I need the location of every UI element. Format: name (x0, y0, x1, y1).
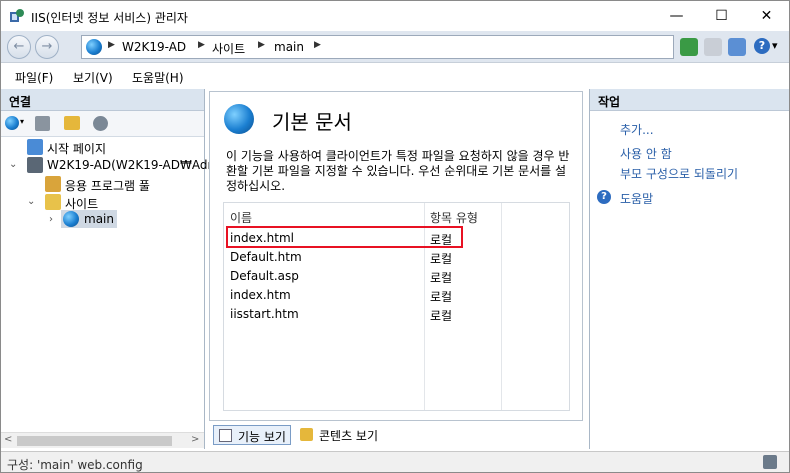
row-name[interactable]: Default.asp (230, 269, 299, 283)
view-tabs: 기능 보기 콘텐츠 보기 (209, 423, 583, 449)
row-name[interactable]: index.htm (230, 288, 291, 302)
back-button[interactable]: ← (7, 35, 31, 59)
feature-description: 이 기능을 사용하여 클라이언트가 특정 파일을 요청하지 않을 경우 반환할 … (226, 149, 570, 193)
help-icon[interactable]: ? (754, 38, 770, 54)
scroll-thumb[interactable] (17, 436, 172, 446)
tab-label: 기능 보기 (238, 430, 286, 444)
refresh-icon[interactable] (680, 38, 698, 56)
connections-hscrollbar[interactable]: < > (1, 432, 204, 448)
menu-bar: 파일(F) 보기(V) 도움말(H) (1, 63, 789, 89)
page-title: 기본 문서 (272, 110, 352, 134)
collapse-icon[interactable]: ⌄ (27, 196, 35, 207)
menu-help[interactable]: 도움말(H) (132, 69, 184, 86)
globe-icon (86, 39, 102, 55)
tree-label: 응용 프로그램 풀 (65, 179, 150, 193)
scroll-right-icon[interactable]: > (191, 434, 199, 445)
iis-manager-window: IIS(인터넷 정보 서비스) 관리자 — ☐ ✕ ← → ▶ W2K19-AD… (0, 0, 790, 473)
breadcrumb-separator-icon: ▶ (258, 40, 265, 50)
tree-label: main (84, 212, 114, 226)
home-icon[interactable] (728, 38, 746, 56)
breadcrumb-separator-icon: ▶ (314, 40, 321, 50)
menu-file[interactable]: 파일(F) (15, 69, 53, 86)
column-divider (501, 203, 502, 410)
breadcrumb-separator-icon: ▶ (108, 40, 115, 50)
close-button[interactable]: ✕ (744, 1, 789, 31)
iis-app-icon (10, 9, 24, 22)
features-view-icon (219, 429, 232, 442)
collapse-icon[interactable]: ⌄ (9, 159, 17, 170)
actions-header: 작업 (590, 89, 789, 111)
maximize-button[interactable]: ☐ (699, 1, 744, 31)
connect-dropdown-icon[interactable]: ▾ (20, 117, 24, 126)
row-type: 로컬 (430, 290, 453, 304)
expand-icon[interactable]: › (49, 214, 53, 225)
feature-page: 기본 문서 이 기능을 사용하여 클라이언트가 특정 파일을 요청하지 않을 경… (209, 91, 583, 421)
action-revert-to-parent[interactable]: 부모 구성으로 되돌리기 (620, 165, 738, 182)
default-document-globe-icon (224, 104, 254, 134)
row-type: 로컬 (430, 271, 453, 285)
actions-pane: 작업 추가... 사용 안 함 부모 구성으로 되돌리기 ? 도움말 (589, 89, 789, 449)
connections-toolbar: ▾ (1, 111, 204, 137)
tree-main-site[interactable]: main (61, 210, 117, 228)
action-help[interactable]: 도움말 (620, 190, 653, 207)
row-name[interactable]: index.html (230, 231, 294, 245)
tab-content-view[interactable]: 콘텐츠 보기 (295, 425, 382, 445)
tree-label: W2K19-AD(W2K19-AD₩Adr (47, 158, 213, 172)
default-documents-list: 이름 항목 유형 index.html 로컬 Default.htm 로컬 De… (223, 202, 570, 411)
connections-header: 연결 (1, 89, 204, 111)
network-status-icon (763, 455, 777, 469)
address-toolbar: ← → ▶ W2K19-AD ▶ 사이트 ▶ main ▶ ? ▾ (1, 31, 789, 63)
disconnect-icon[interactable] (93, 116, 108, 131)
help-dropdown-icon[interactable]: ▾ (772, 39, 778, 52)
forward-button[interactable]: → (35, 35, 59, 59)
forward-arrow-icon: → (41, 39, 53, 54)
status-bar: 구성: 'main' web.config (1, 451, 789, 472)
server-icon (27, 157, 43, 173)
status-text: 구성: 'main' web.config (7, 458, 143, 472)
save-icon[interactable] (35, 116, 50, 131)
address-bar[interactable]: ▶ W2K19-AD ▶ 사이트 ▶ main ▶ (81, 35, 674, 59)
tab-features-view[interactable]: 기능 보기 (213, 425, 291, 445)
minimize-button[interactable]: — (654, 1, 699, 31)
column-header-name[interactable]: 이름 (230, 209, 252, 226)
tab-label: 콘텐츠 보기 (319, 429, 379, 443)
row-type: 로컬 (430, 233, 453, 247)
action-add[interactable]: 추가... (620, 121, 654, 138)
help-icon: ? (597, 190, 611, 204)
breadcrumb-separator-icon: ▶ (198, 40, 205, 50)
app-pool-icon (45, 176, 61, 192)
breadcrumb-server[interactable]: W2K19-AD (122, 40, 186, 54)
menu-view[interactable]: 보기(V) (73, 69, 113, 86)
action-disable[interactable]: 사용 안 함 (620, 145, 672, 162)
start-page-icon (27, 139, 43, 155)
title-bar: IIS(인터넷 정보 서비스) 관리자 — ☐ ✕ (1, 1, 789, 31)
breadcrumb-sites[interactable]: 사이트 (212, 40, 245, 57)
site-globe-icon (63, 211, 79, 227)
tree-label: 시작 페이지 (47, 142, 107, 156)
scroll-left-icon[interactable]: < (4, 434, 12, 445)
column-header-entry-type[interactable]: 항목 유형 (430, 209, 478, 226)
breadcrumb-main[interactable]: main (274, 40, 304, 54)
row-name[interactable]: iisstart.htm (230, 307, 299, 321)
row-type: 로컬 (430, 309, 453, 323)
row-name[interactable]: Default.htm (230, 250, 302, 264)
connections-pane: 연결 ▾ 시작 페이지 ⌄ W2K19-AD(W2K19-AD₩Adr 응용 프… (1, 89, 212, 449)
window-title: IIS(인터넷 정보 서비스) 관리자 (31, 11, 188, 25)
sites-folder-icon (45, 194, 61, 210)
content-view-icon (300, 428, 313, 441)
row-type: 로컬 (430, 252, 453, 266)
stop-icon[interactable] (704, 38, 722, 56)
up-folder-icon[interactable] (64, 116, 80, 130)
back-arrow-icon: ← (13, 39, 25, 54)
connect-globe-icon[interactable] (5, 116, 19, 130)
